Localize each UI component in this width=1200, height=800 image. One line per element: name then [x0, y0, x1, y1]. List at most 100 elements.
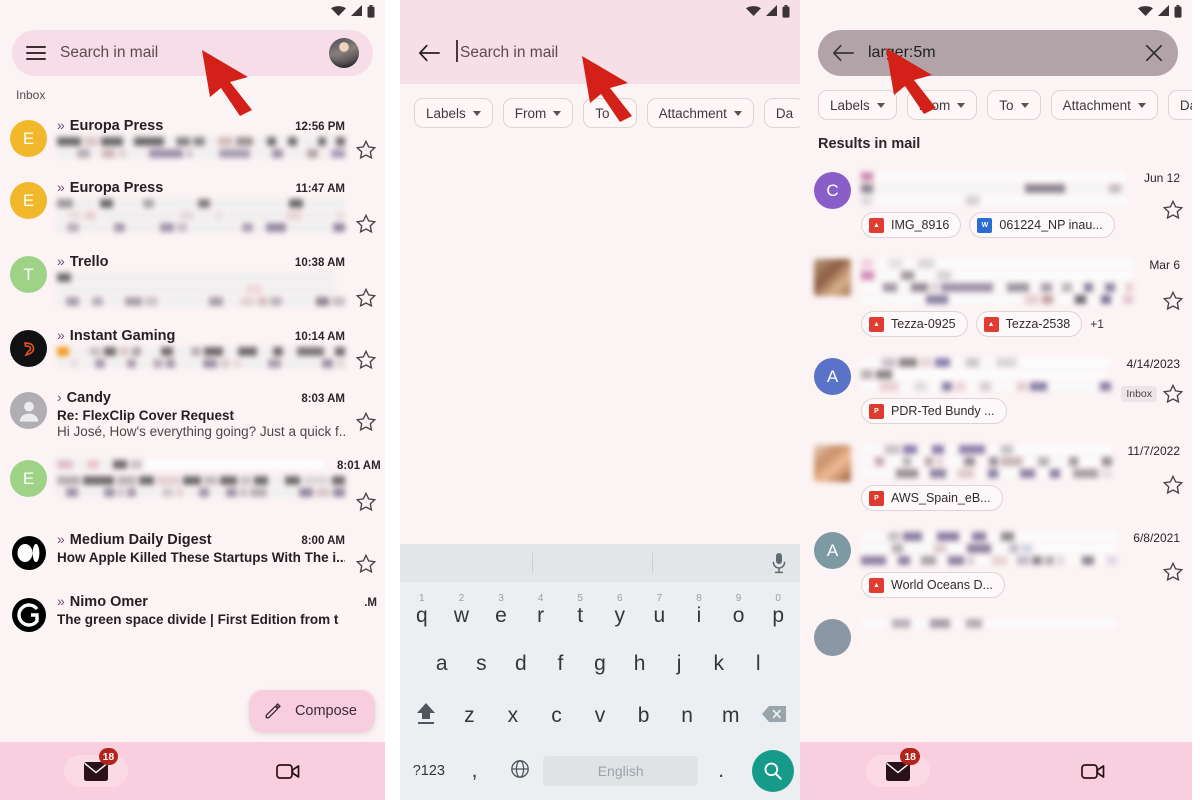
filter-chip-to[interactable]: To — [987, 90, 1041, 120]
key-b[interactable]: b — [622, 704, 666, 728]
star-icon[interactable] — [355, 491, 377, 513]
attachment-chip[interactable]: ▲ Tezza-0925 — [861, 311, 968, 337]
search-bar[interactable]: Search in mail — [400, 22, 800, 84]
email-list-item[interactable]: E » Europa Press 11:47 AM — [0, 170, 385, 244]
comma-key[interactable]: , — [452, 759, 498, 783]
star-icon[interactable] — [355, 287, 377, 309]
back-arrow-icon[interactable] — [418, 43, 440, 63]
filter-chip-to[interactable]: To — [583, 98, 637, 128]
nav-meet-tab[interactable] — [257, 755, 321, 787]
email-list-item[interactable]: » Instant Gaming 10:14 AM — [0, 318, 385, 380]
key-p[interactable]: 0p — [758, 593, 798, 628]
key-r[interactable]: 4r — [521, 593, 561, 628]
key-c[interactable]: c — [535, 704, 579, 728]
key-y[interactable]: 6y — [600, 593, 640, 628]
star-icon[interactable] — [355, 553, 377, 575]
hamburger-menu-icon[interactable] — [26, 46, 46, 60]
search-result-item[interactable]: A ▲ World Oceans D... 6/8/2021 — [800, 520, 1192, 607]
search-result-item[interactable]: C ▲ IMG_8916 W 061224_NP inau... Jun 12 — [800, 160, 1192, 247]
filter-chip-from[interactable]: From — [502, 98, 574, 128]
email-list-item[interactable]: E » Europa Press 12:56 PM — [0, 108, 385, 170]
star-icon[interactable] — [355, 349, 377, 371]
email-list-item[interactable]: T » Trello 10:38 AM — [0, 244, 385, 318]
attachment-chip[interactable]: ▲ Tezza-2538 — [975, 311, 1083, 337]
key-z[interactable]: z — [448, 704, 492, 728]
filter-chip-date[interactable]: Da — [1167, 90, 1192, 120]
avatar — [10, 330, 47, 367]
compose-button[interactable]: Compose — [248, 690, 375, 732]
filter-chip-labels[interactable]: Labels — [414, 98, 493, 128]
shift-key[interactable] — [404, 700, 448, 733]
nav-mail-tab[interactable]: 18 — [866, 748, 930, 787]
key-m[interactable]: m — [709, 704, 753, 728]
attachment-chip[interactable]: ▲ World Oceans D... — [861, 572, 1005, 598]
backspace-key[interactable] — [752, 705, 796, 728]
key-t[interactable]: 5t — [560, 593, 600, 628]
search-enter-key[interactable] — [751, 750, 794, 792]
filter-chip-labels[interactable]: Labels — [818, 90, 897, 120]
key-k[interactable]: k — [699, 652, 739, 676]
star-icon[interactable] — [355, 213, 377, 235]
key-j[interactable]: j — [659, 652, 699, 676]
email-list-item[interactable]: » Nimo Omer .M The green space divide | … — [0, 584, 385, 642]
close-icon[interactable] — [1144, 43, 1164, 63]
nav-meet-tab[interactable] — [1062, 755, 1126, 787]
search-query-value[interactable]: larger:5m — [868, 44, 1130, 62]
star-icon[interactable] — [355, 139, 377, 161]
attachment-chip[interactable]: ▲ IMG_8916 — [861, 212, 962, 238]
star-icon[interactable] — [355, 411, 377, 433]
filter-chip-attachment[interactable]: Attachment — [1050, 90, 1158, 120]
key-n[interactable]: n — [665, 704, 709, 728]
chip-label: Labels — [426, 105, 466, 121]
attachment-chip[interactable]: P AWS_Spain_eB... — [861, 485, 1003, 511]
profile-avatar[interactable] — [329, 38, 359, 68]
key-number: 6 — [617, 593, 623, 604]
language-key[interactable] — [497, 759, 543, 784]
search-input[interactable]: Search in mail — [456, 40, 784, 62]
back-arrow-icon[interactable] — [832, 43, 854, 63]
email-time: 10:38 AM — [294, 257, 345, 269]
key-l[interactable]: l — [738, 652, 778, 676]
email-sender: Nimo Omer — [69, 594, 148, 610]
search-result-item[interactable]: ▲ Tezza-0925 ▲ Tezza-2538 +1 Mar 6 — [800, 247, 1192, 346]
key-w[interactable]: 2w — [442, 593, 482, 628]
star-icon[interactable] — [1162, 199, 1184, 221]
key-f[interactable]: f — [541, 652, 581, 676]
star-icon[interactable] — [1162, 561, 1184, 583]
microphone-icon[interactable] — [770, 551, 788, 575]
filter-chip-from[interactable]: From — [906, 90, 978, 120]
key-o[interactable]: 9o — [719, 593, 759, 628]
symbols-key[interactable]: ?123 — [406, 762, 452, 780]
email-time: 8:00 AM — [301, 535, 345, 547]
key-s[interactable]: s — [462, 652, 502, 676]
star-icon[interactable] — [1162, 474, 1184, 496]
email-list-item[interactable]: › Candy 8:03 AM Re: FlexClip Cover Reque… — [0, 380, 385, 448]
key-a[interactable]: a — [422, 652, 462, 676]
key-d[interactable]: d — [501, 652, 541, 676]
filter-chip-date[interactable]: Da — [763, 98, 800, 128]
search-result-item[interactable]: A P PDR-Ted Bundy ... 4/14/2023 Inbox — [800, 346, 1192, 433]
attachment-chip[interactable]: W 061224_NP inau... — [969, 212, 1115, 238]
image-file-icon: ▲ — [983, 316, 999, 332]
key-e[interactable]: 3e — [481, 593, 521, 628]
star-icon[interactable] — [1162, 290, 1184, 312]
key-q[interactable]: 1q — [402, 593, 442, 628]
spacebar-key[interactable]: English — [543, 756, 699, 786]
key-i[interactable]: 8i — [679, 593, 719, 628]
nav-mail-tab[interactable]: 18 — [64, 748, 129, 787]
email-list-item[interactable]: E 8:01 AM — [0, 448, 385, 522]
key-u[interactable]: 7u — [640, 593, 680, 628]
filter-chip-attachment[interactable]: Attachment — [646, 98, 754, 128]
email-list-item[interactable]: » Medium Daily Digest 8:00 AM How Apple … — [0, 522, 385, 584]
search-bar[interactable]: larger:5m — [818, 30, 1178, 76]
search-result-item-partial[interactable] — [800, 607, 1192, 665]
key-v[interactable]: v — [578, 704, 622, 728]
search-result-item[interactable]: P AWS_Spain_eB... 11/7/2022 — [800, 433, 1192, 520]
key-x[interactable]: x — [491, 704, 535, 728]
key-g[interactable]: g — [580, 652, 620, 676]
attachment-chip[interactable]: P PDR-Ted Bundy ... — [861, 398, 1007, 424]
key-h[interactable]: h — [620, 652, 660, 676]
search-bar[interactable]: Search in mail — [12, 30, 373, 76]
star-icon[interactable] — [1162, 383, 1184, 405]
period-key[interactable]: . — [698, 759, 744, 783]
